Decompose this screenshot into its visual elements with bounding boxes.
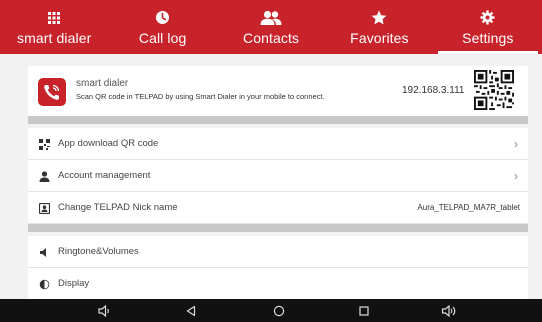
back-icon[interactable]	[183, 303, 199, 319]
smart-dialer-card: smart dialer Scan QR code in TELPAD by u…	[28, 66, 528, 122]
app-download-qr-label: App download QR code	[58, 138, 159, 149]
qr-code-icon	[474, 70, 514, 110]
dialpad-icon	[47, 9, 61, 26]
tab-favorites[interactable]: Favorites	[325, 0, 433, 54]
tab-label: Settings	[462, 30, 514, 46]
section-divider	[28, 116, 528, 124]
app-download-qr-row[interactable]: App download QR code ›	[28, 128, 528, 160]
tab-call-log[interactable]: Call log	[108, 0, 216, 54]
ringtone-volumes-label: Ringtone&Volumes	[58, 246, 139, 257]
recent-apps-icon[interactable]	[356, 303, 372, 319]
gear-icon	[480, 9, 495, 26]
brightness-icon	[38, 278, 50, 290]
tab-label: Call log	[138, 30, 187, 46]
volume-down-icon[interactable]	[96, 303, 112, 319]
section-divider	[28, 224, 528, 232]
settings-content: smart dialer Scan QR code in TELPAD by u…	[0, 54, 542, 300]
tab-label: Favorites	[350, 30, 409, 46]
settings-list-top: App download QR code › Account managemen…	[28, 128, 528, 224]
person-icon	[38, 170, 50, 182]
id-card-icon	[38, 202, 50, 214]
chevron-right-icon: ›	[514, 168, 518, 183]
change-nickname-row[interactable]: Change TELPAD Nick name Aura_TELPAD_MA7R…	[28, 192, 528, 224]
tab-label: Contacts	[242, 30, 300, 46]
clock-icon	[155, 9, 170, 26]
display-label: Display	[58, 278, 90, 289]
ip-address: 192.168.3.111	[402, 85, 465, 96]
contacts-icon	[260, 9, 282, 26]
tab-contacts[interactable]: Contacts	[217, 0, 325, 54]
nickname-value: Aura_TELPAD_MA7R_tablet	[417, 203, 520, 212]
smart-dialer-description: Scan QR code in TELPAD by using Smart Di…	[76, 92, 325, 101]
system-navigation-bar	[0, 299, 542, 322]
home-icon[interactable]	[271, 303, 287, 319]
tab-settings[interactable]: Settings	[434, 0, 542, 54]
settings-list-bottom: Ringtone&Volumes Display	[28, 236, 528, 300]
display-row[interactable]: Display	[28, 268, 528, 300]
ringtone-volumes-row[interactable]: Ringtone&Volumes	[28, 236, 528, 268]
account-management-label: Account management	[58, 170, 151, 181]
tab-smart-dialer[interactable]: smart dialer	[0, 0, 108, 54]
account-management-row[interactable]: Account management ›	[28, 160, 528, 192]
tab-label: smart dialer	[17, 30, 92, 46]
smart-dialer-logo-icon	[38, 78, 66, 106]
qr-code-small-icon	[38, 138, 50, 150]
volume-up-icon[interactable]	[441, 303, 457, 319]
star-icon	[371, 9, 387, 26]
top-tab-bar: smart dialer Call log Contacts Favorites…	[0, 0, 542, 54]
speaker-icon	[38, 246, 50, 258]
chevron-right-icon: ›	[514, 136, 518, 151]
change-nickname-label: Change TELPAD Nick name	[58, 202, 178, 213]
smart-dialer-title: smart dialer	[76, 78, 129, 89]
